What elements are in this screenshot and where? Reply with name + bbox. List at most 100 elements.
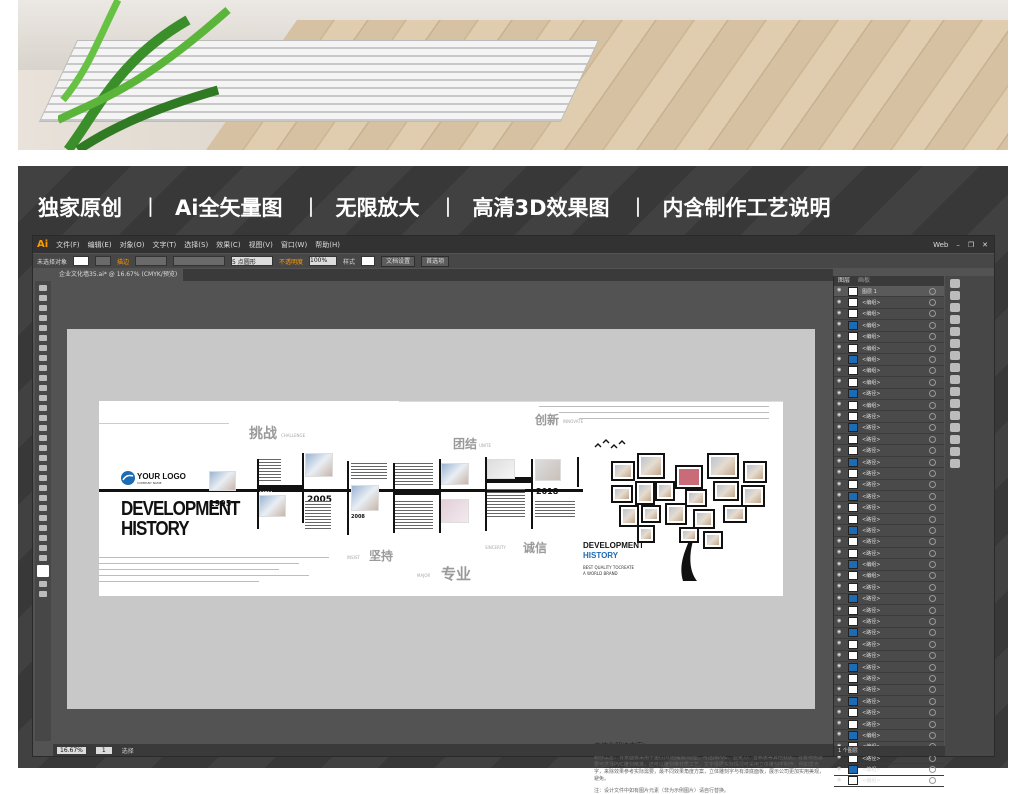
layer-row[interactable]: ◉ <路径> xyxy=(834,594,944,605)
layer-row[interactable]: ◉ <编组> xyxy=(834,297,944,309)
target-circle-icon[interactable] xyxy=(929,344,936,352)
layer-name[interactable]: <编组> xyxy=(862,356,880,363)
visibility-eye-icon[interactable]: ◉ xyxy=(837,435,845,443)
layer-row[interactable]: ◉ <路径> xyxy=(834,707,944,719)
visibility-eye-icon[interactable]: ◉ xyxy=(837,777,845,785)
layer-name[interactable]: <路径> xyxy=(862,424,880,431)
menu-help[interactable]: 帮助(H) xyxy=(315,240,340,250)
artboards-icon[interactable] xyxy=(950,459,960,468)
layer-name[interactable]: <编组> xyxy=(862,402,880,409)
stroke-label[interactable]: 描边 xyxy=(117,257,129,266)
artboard-number[interactable]: 1 xyxy=(95,746,112,754)
target-circle-icon[interactable] xyxy=(929,321,936,329)
layer-name[interactable]: <路径> xyxy=(862,493,880,500)
target-circle-icon[interactable] xyxy=(929,538,936,546)
target-circle-icon[interactable] xyxy=(929,492,936,500)
variable-width-field[interactable] xyxy=(173,256,226,266)
target-circle-icon[interactable] xyxy=(929,515,936,523)
visibility-eye-icon[interactable]: ◉ xyxy=(837,321,845,329)
scale-tool-icon[interactable] xyxy=(39,415,47,421)
layer-row[interactable]: ◉ <路径> xyxy=(834,628,944,640)
layer-name[interactable]: <路径> xyxy=(862,721,880,728)
visibility-eye-icon[interactable]: ◉ xyxy=(837,390,845,398)
document-tab[interactable]: 企业文化墙35.ai* @ 16.67% (CMYK/预览) xyxy=(53,269,184,281)
visibility-eye-icon[interactable]: ◉ xyxy=(837,378,845,386)
target-circle-icon[interactable] xyxy=(929,777,936,785)
target-circle-icon[interactable] xyxy=(929,401,936,409)
layer-row[interactable]: ◉ <编组> xyxy=(834,571,944,583)
menu-window[interactable]: 窗口(W) xyxy=(281,240,307,250)
layer-row[interactable]: ◉ <编组> xyxy=(834,332,944,343)
layer-row[interactable]: ◉ <路径> xyxy=(834,616,944,628)
visibility-eye-icon[interactable]: ◉ xyxy=(837,504,845,512)
gradient-panel-icon[interactable] xyxy=(950,351,960,360)
links-icon[interactable] xyxy=(950,447,960,456)
layer-name[interactable]: <编组> xyxy=(862,572,880,579)
target-circle-icon[interactable] xyxy=(929,766,936,774)
target-circle-icon[interactable] xyxy=(929,378,936,386)
target-circle-icon[interactable] xyxy=(929,720,936,728)
stroke-panel-icon[interactable] xyxy=(950,339,960,348)
paintbrush-icon[interactable] xyxy=(39,365,47,371)
layer-row[interactable]: ◉ <路径> xyxy=(834,480,944,492)
layer-name[interactable]: <编组> xyxy=(862,732,880,739)
artboard-tool-icon[interactable] xyxy=(39,525,47,531)
visibility-eye-icon[interactable]: ◉ xyxy=(837,469,845,477)
target-circle-icon[interactable] xyxy=(929,572,936,580)
target-circle-icon[interactable] xyxy=(929,709,936,717)
layer-row[interactable]: ◉ <路径> xyxy=(834,605,944,617)
layer-name[interactable]: <编组> xyxy=(862,310,880,317)
visibility-eye-icon[interactable]: ◉ xyxy=(837,629,845,637)
minimize-icon[interactable]: – xyxy=(956,241,960,249)
target-circle-icon[interactable] xyxy=(929,469,936,477)
menu-view[interactable]: 视图(V) xyxy=(249,240,273,250)
target-circle-icon[interactable] xyxy=(929,652,936,660)
menu-select[interactable]: 选择(S) xyxy=(184,240,208,250)
layer-name[interactable]: <编组> xyxy=(862,333,880,340)
layer-name[interactable]: <路径> xyxy=(862,664,880,671)
layer-row[interactable]: ◉ <路径> xyxy=(834,537,944,548)
visibility-eye-icon[interactable]: ◉ xyxy=(837,720,845,728)
visibility-eye-icon[interactable]: ◉ xyxy=(837,663,845,671)
target-circle-icon[interactable] xyxy=(929,561,936,569)
visibility-eye-icon[interactable]: ◉ xyxy=(837,731,845,739)
layer-name[interactable]: <路径> xyxy=(862,527,880,534)
line-tool-icon[interactable] xyxy=(39,345,47,351)
screen-mode-icon[interactable] xyxy=(39,591,47,597)
zoom-field[interactable]: 16.67% xyxy=(57,746,86,754)
layer-name[interactable]: <编组> xyxy=(862,345,880,352)
layer-row[interactable]: ◉ <路径> xyxy=(834,685,944,697)
target-circle-icon[interactable] xyxy=(929,447,936,455)
visibility-eye-icon[interactable]: ◉ xyxy=(837,424,845,432)
visibility-eye-icon[interactable]: ◉ xyxy=(837,538,845,546)
symbols-icon[interactable] xyxy=(950,327,960,336)
visibility-eye-icon[interactable]: ◉ xyxy=(837,367,845,375)
blob-brush-icon[interactable] xyxy=(39,385,47,391)
layer-row[interactable]: ◉ <编组> xyxy=(834,400,944,412)
style-swatch[interactable] xyxy=(361,256,376,266)
visibility-eye-icon[interactable]: ◉ xyxy=(837,766,845,774)
layer-name[interactable]: <编组> xyxy=(862,561,880,568)
layer-name[interactable]: <路径> xyxy=(862,641,880,648)
target-circle-icon[interactable] xyxy=(929,731,936,739)
visibility-eye-icon[interactable]: ◉ xyxy=(837,595,845,603)
color-guide-icon[interactable] xyxy=(950,291,960,300)
transparency-icon[interactable] xyxy=(950,363,960,372)
layer-row[interactable]: ◉ <路径> xyxy=(834,639,944,651)
restore-icon[interactable]: ❐ xyxy=(968,241,974,249)
target-circle-icon[interactable] xyxy=(929,424,936,432)
visibility-eye-icon[interactable]: ◉ xyxy=(837,709,845,717)
draw-mode-icon[interactable] xyxy=(39,581,47,587)
target-circle-icon[interactable] xyxy=(929,390,936,398)
layer-row[interactable]: ◉ <路径> xyxy=(834,502,944,514)
layer-name[interactable]: <路径> xyxy=(862,652,880,659)
visibility-eye-icon[interactable]: ◉ xyxy=(837,674,845,682)
mesh-tool-icon[interactable] xyxy=(39,465,47,471)
layer-name[interactable]: <路径> xyxy=(862,595,880,602)
target-circle-icon[interactable] xyxy=(929,412,936,420)
target-circle-icon[interactable] xyxy=(929,629,936,637)
type-tool-icon[interactable] xyxy=(39,335,47,341)
layer-name[interactable]: <路径> xyxy=(862,470,880,477)
visibility-eye-icon[interactable]: ◉ xyxy=(837,299,845,307)
eraser-icon[interactable] xyxy=(39,395,47,401)
